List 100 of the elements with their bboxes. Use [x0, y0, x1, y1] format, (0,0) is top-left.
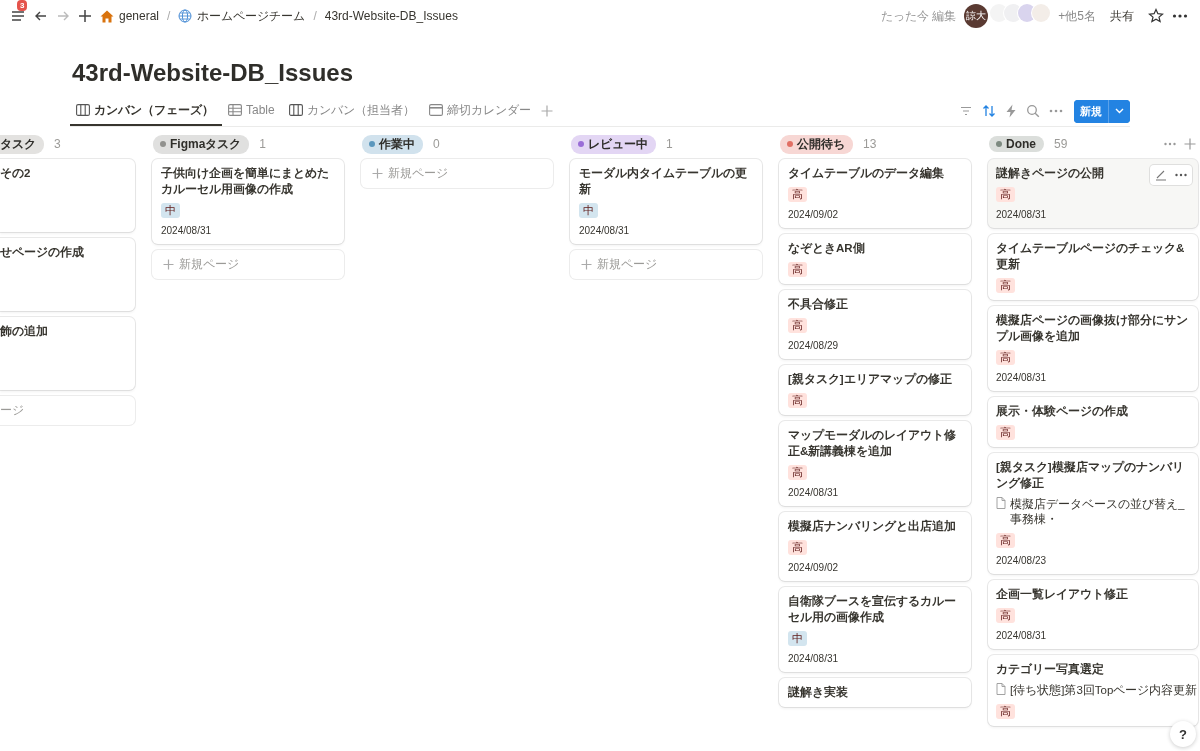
status-tag: 公開待ち [780, 134, 853, 154]
task-card[interactable]: なぞときAR側 高 [779, 234, 971, 284]
priority-tag: 中 [161, 203, 180, 218]
help-button[interactable]: ? [1170, 721, 1196, 747]
priority-tag: 高 [788, 393, 807, 408]
task-card[interactable]: マップモーダルのレイアウト修正&新講義棟を追加 高 2024/08/31 [779, 421, 971, 506]
plus-icon [372, 168, 383, 179]
card-title: せページの作成 [0, 245, 84, 260]
lightning-icon[interactable] [1005, 104, 1017, 118]
plus-icon [163, 259, 174, 270]
task-card[interactable]: 不具合修正 高 2024/08/29 [779, 290, 971, 359]
card-title: その2 [0, 166, 31, 181]
priority-tag: 高 [996, 350, 1015, 365]
plus-icon[interactable] [1184, 138, 1196, 150]
breadcrumb-link[interactable]: general [100, 9, 160, 23]
share-button[interactable]: 共有 [1104, 7, 1140, 25]
card-date: 2024/08/31 [996, 371, 1048, 384]
house-icon [100, 9, 114, 23]
priority-tag: 高 [788, 540, 807, 555]
status-tag: タスク [0, 134, 44, 154]
task-card[interactable]: タイムテーブルのデータ編集 高 2024/09/02 [779, 159, 971, 228]
star-icon[interactable] [1148, 8, 1164, 24]
view-tab[interactable]: カンバン（担当者） [282, 96, 423, 126]
card-title: 企画一覧レイアウト修正 [996, 587, 1128, 602]
card-title: 謎解き実装 [788, 684, 848, 700]
task-card[interactable]: [親タスク]模擬店マップのナンバリング修正 模擬店データベースの並び替え_事務棟・ 高 2024/08/23 [988, 453, 1198, 574]
priority-tag: 高 [996, 704, 1015, 719]
calendar-icon [428, 103, 443, 117]
view-tab[interactable]: カンバン（フェーズ） [70, 96, 222, 126]
priority-tag: 高 [996, 608, 1015, 623]
task-card[interactable]: 模擬店ページの画像抜け部分にサンプル画像を追加 高 2024/08/31 [988, 306, 1198, 391]
menu-icon[interactable] [10, 8, 26, 24]
task-card[interactable]: せページの作成 [0, 238, 135, 311]
card-title: 模擬店ページの画像抜け部分にサンプル画像を追加 [996, 313, 1189, 344]
card-title: 謎解きページの公開 [996, 165, 1104, 181]
task-card[interactable]: 企画一覧レイアウト修正 高 2024/08/31 [988, 580, 1198, 649]
board-icon [288, 103, 303, 117]
card-title: なぞときAR側 [788, 241, 865, 256]
card-title: 展示・体験ページの作成 [996, 404, 1128, 419]
back-arrow-icon[interactable] [34, 9, 48, 23]
card-date: 2024/08/31 [996, 629, 1048, 642]
card-date: 2024/09/02 [788, 561, 840, 574]
priority-tag: 高 [996, 278, 1015, 293]
task-card[interactable]: 謎解きページの公開 高 2024/08/31 [988, 159, 1198, 228]
task-card[interactable]: その2 [0, 159, 135, 232]
column-count: 59 [1054, 137, 1068, 151]
status-tag: Done [989, 136, 1044, 152]
card-title: カテゴリー写真選定 [996, 661, 1104, 677]
filter-icon[interactable] [959, 104, 973, 118]
plus-icon [581, 259, 592, 270]
add-view-icon[interactable] [540, 105, 553, 117]
task-card[interactable]: 模擬店ナンバリングと出店追加 高 2024/09/02 [779, 512, 971, 581]
view-tab[interactable]: Table [222, 96, 283, 126]
task-card[interactable]: タイムテーブルページのチェック&更新 高 [988, 234, 1198, 300]
card-title: 自衛隊ブースを宣伝するカルーセル用の画像作成 [788, 593, 957, 625]
forward-arrow-icon[interactable] [56, 9, 70, 23]
card-title: タイムテーブルページのチェック&更新 [996, 241, 1186, 272]
breadcrumb-link[interactable]: 43rd-Website-DB_Issues [324, 9, 458, 23]
pencil-icon[interactable] [1155, 169, 1167, 181]
card-title: マップモーダルのレイアウト修正&新講義棟を追加 [788, 427, 957, 459]
task-card[interactable]: 展示・体験ページの作成 高 [988, 397, 1198, 447]
priority-tag: 中 [788, 631, 807, 646]
task-card[interactable]: カテゴリー写真選定 [待ち状態]第3回Topページ内容更新 高 [988, 655, 1198, 726]
last-edited-text: たった今 編集 [880, 7, 957, 25]
caret-icon [1115, 108, 1124, 114]
plus-icon[interactable] [78, 9, 92, 23]
view-tab[interactable]: 締切カレンダー [422, 96, 539, 126]
card-date: 2024/08/31 [996, 208, 1048, 221]
task-card[interactable]: 謎解き実装 [779, 678, 971, 707]
card-title: [親タスク]模擬店マップのナンバリング修正 [996, 459, 1185, 491]
task-card[interactable]: [親タスク]エリアマップの修正 高 [779, 365, 971, 415]
breadcrumb-separator: / [167, 9, 171, 23]
task-card[interactable]: 自衛隊ブースを宣伝するカルーセル用の画像作成 中 2024/08/31 [779, 587, 971, 672]
task-card[interactable]: 飾の追加 [0, 317, 135, 390]
sort-icon[interactable] [982, 104, 996, 118]
card-title: 飾の追加 [0, 324, 48, 339]
card-title: [親タスク]エリアマップの修正 [788, 371, 952, 387]
card-date: 2024/08/31 [161, 224, 213, 237]
priority-tag: 高 [996, 425, 1015, 440]
priority-tag: 高 [996, 533, 1015, 548]
column-count: 13 [863, 137, 877, 151]
search-icon[interactable] [1026, 104, 1040, 118]
column-count: 0 [433, 137, 440, 151]
document-icon [996, 497, 1006, 509]
column-count: 3 [54, 137, 61, 151]
priority-tag: 高 [788, 262, 807, 277]
task-card[interactable]: モーダル内タイムテーブルの更新 中 2024/08/31 [570, 159, 762, 244]
linked-page[interactable]: [待ち状態]第3回Topページ内容更新 [1010, 683, 1198, 698]
task-card[interactable]: 子供向け企画を簡単にまとめたカルーセル用画像の作成 中 2024/08/31 [152, 159, 344, 244]
priority-tag: 中 [579, 203, 598, 218]
status-tag: Figmaタスク [153, 134, 250, 154]
card-title: モーダル内タイムテーブルの更新 [579, 166, 748, 197]
avatar[interactable]: 諒大 [964, 4, 989, 28]
status-tag: 作業中 [362, 134, 423, 154]
more-people-count[interactable]: +他5名 [1058, 7, 1096, 25]
dropdown-button[interactable] [1108, 99, 1130, 123]
priority-tag: 高 [788, 465, 807, 480]
linked-page[interactable]: 模擬店データベースの並び替え_事務棟・ [1010, 497, 1190, 527]
breadcrumb-link[interactable]: ホームページチーム [178, 7, 306, 25]
breadcrumb-separator: / [313, 9, 317, 23]
